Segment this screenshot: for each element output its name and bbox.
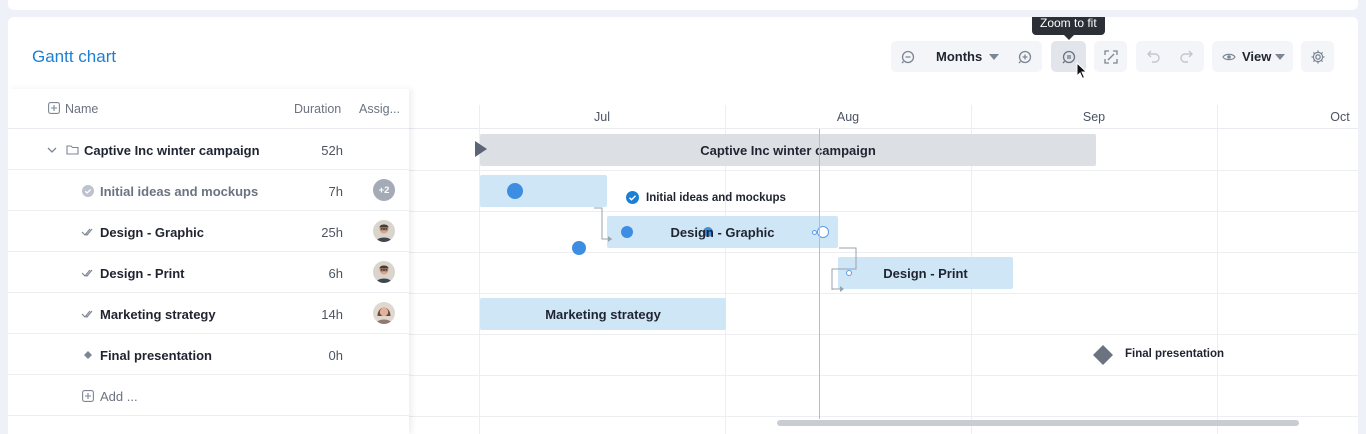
timeline: Jul Aug Sep Oct Captive Inc winter campa…	[409, 89, 1358, 434]
resize-handle[interactable]	[812, 230, 817, 235]
dependency-arrow	[594, 207, 612, 242]
task-bar-design-graphic[interactable]: Design - Graphic	[607, 216, 838, 248]
double-check-icon	[81, 310, 93, 318]
month-label-jul: Jul	[594, 110, 610, 124]
month-label-aug: Aug	[836, 110, 860, 124]
link-handle[interactable]	[621, 226, 633, 238]
task-row[interactable]: Initial ideas and mockups 7h +2	[8, 170, 409, 211]
link-handle[interactable]	[572, 241, 586, 255]
task-duration: 0h	[328, 348, 343, 363]
zoom-unit-value: Months	[936, 49, 983, 64]
task-duration: 52h	[321, 143, 343, 158]
task-duration: 7h	[328, 184, 343, 199]
today-marker-line	[819, 129, 820, 419]
month-label-oct: Oct	[1330, 110, 1350, 124]
fullscreen-button[interactable]	[1094, 41, 1127, 72]
zoom-in-button[interactable]	[1007, 41, 1042, 72]
task-row[interactable]: Captive Inc winter campaign 52h	[8, 129, 409, 170]
avatar[interactable]	[373, 302, 395, 324]
task-duration: 14h	[321, 307, 343, 322]
redo-icon[interactable]	[1179, 49, 1195, 65]
column-header-name[interactable]: Name	[65, 102, 98, 116]
progress-handle[interactable]	[507, 183, 523, 199]
diamond-icon	[84, 351, 92, 359]
column-header-duration[interactable]: Duration	[294, 102, 341, 116]
task-bar-marketing-strategy[interactable]: Marketing strategy	[480, 298, 726, 330]
task-name: Design - Print	[100, 266, 185, 281]
expand-icon	[1103, 49, 1118, 64]
avatar[interactable]	[373, 261, 395, 283]
grid-header: Name Duration Assig...	[8, 89, 409, 129]
add-icon	[82, 390, 94, 402]
extra-assignees-badge[interactable]: +2	[373, 179, 395, 201]
gantt-card: Gantt chart Months View Name Duration As…	[8, 17, 1358, 434]
zoom-in-icon	[1018, 50, 1031, 63]
zoom-to-fit-icon	[1062, 50, 1075, 63]
project-start-marker-icon	[475, 141, 487, 157]
view-menu-button[interactable]: View	[1212, 41, 1293, 72]
caret-down-icon	[1275, 54, 1285, 60]
completed-check-icon	[626, 191, 639, 204]
folder-icon	[66, 145, 79, 155]
row-line	[409, 293, 1358, 294]
view-menu-label: View	[1242, 49, 1272, 64]
grid-line	[1217, 105, 1218, 434]
task-bar-initial-ideas[interactable]	[480, 175, 607, 207]
add-task-icon[interactable]	[48, 102, 60, 114]
row-line	[409, 334, 1358, 335]
dependency-arrow-head	[832, 286, 844, 292]
avatar[interactable]	[373, 220, 395, 242]
eye-icon	[1222, 53, 1236, 60]
zoom-unit-select[interactable]: Months	[925, 41, 1007, 72]
settings-button[interactable]	[1301, 41, 1334, 72]
row-line	[409, 211, 1358, 212]
add-task-row[interactable]: Add ...	[8, 375, 409, 416]
task-duration: 6h	[328, 266, 343, 281]
mouse-cursor-icon	[1076, 62, 1088, 80]
zoom-out-button[interactable]	[891, 41, 925, 72]
task-bar-design-print[interactable]: Design - Print	[838, 257, 1013, 289]
task-bar-label: Design - Graphic	[670, 224, 775, 240]
caret-down-icon	[989, 54, 999, 60]
task-row[interactable]: Final presentation 0h	[8, 334, 409, 375]
column-header-assignee[interactable]: Assig...	[359, 102, 400, 116]
double-check-icon	[81, 269, 93, 277]
task-name: Marketing strategy	[100, 307, 216, 322]
horizontal-scrollbar[interactable]	[777, 420, 1299, 426]
row-line	[409, 170, 1358, 171]
task-name: Design - Graphic	[100, 225, 205, 240]
double-check-icon	[81, 228, 93, 236]
page-title: Gantt chart	[32, 47, 117, 66]
row-line	[409, 375, 1358, 376]
task-grid: Name Duration Assig... Captive Inc winte…	[8, 89, 409, 434]
timeline-header: Jul Aug Sep Oct	[409, 89, 1358, 129]
task-name: Captive Inc winter campaign	[84, 143, 260, 158]
task-row[interactable]: Design - Graphic 25h	[8, 211, 409, 252]
task-name: Final presentation	[100, 348, 212, 363]
chevron-down-icon[interactable]	[47, 147, 57, 153]
undo-icon[interactable]	[1145, 49, 1161, 65]
summary-bar[interactable]: Captive Inc winter campaign	[480, 134, 1096, 166]
task-bar-label: Initial ideas and mockups	[646, 192, 786, 204]
task-duration: 25h	[321, 225, 343, 240]
gear-icon	[1311, 50, 1324, 63]
row-line	[409, 416, 1358, 417]
month-label-sep: Sep	[1082, 110, 1106, 124]
zoom-to-fit-tooltip: Zoom to fit	[1032, 17, 1105, 40]
task-name: Initial ideas and mockups	[100, 184, 259, 199]
zoom-out-icon	[901, 50, 915, 63]
top-panel-edge	[8, 0, 1358, 10]
task-bar-label: Design - Print	[883, 265, 968, 281]
milestone-label: Final presentation	[1125, 348, 1225, 360]
row-line	[409, 252, 1358, 253]
task-row[interactable]: Design - Print 6h	[8, 252, 409, 293]
task-row[interactable]: Marketing strategy 14h	[8, 293, 409, 334]
add-task-label: Add ...	[100, 389, 138, 404]
check-circle-icon	[82, 185, 94, 197]
undo-redo-group	[1136, 41, 1204, 72]
milestone-diamond-icon[interactable]	[1092, 344, 1114, 366]
